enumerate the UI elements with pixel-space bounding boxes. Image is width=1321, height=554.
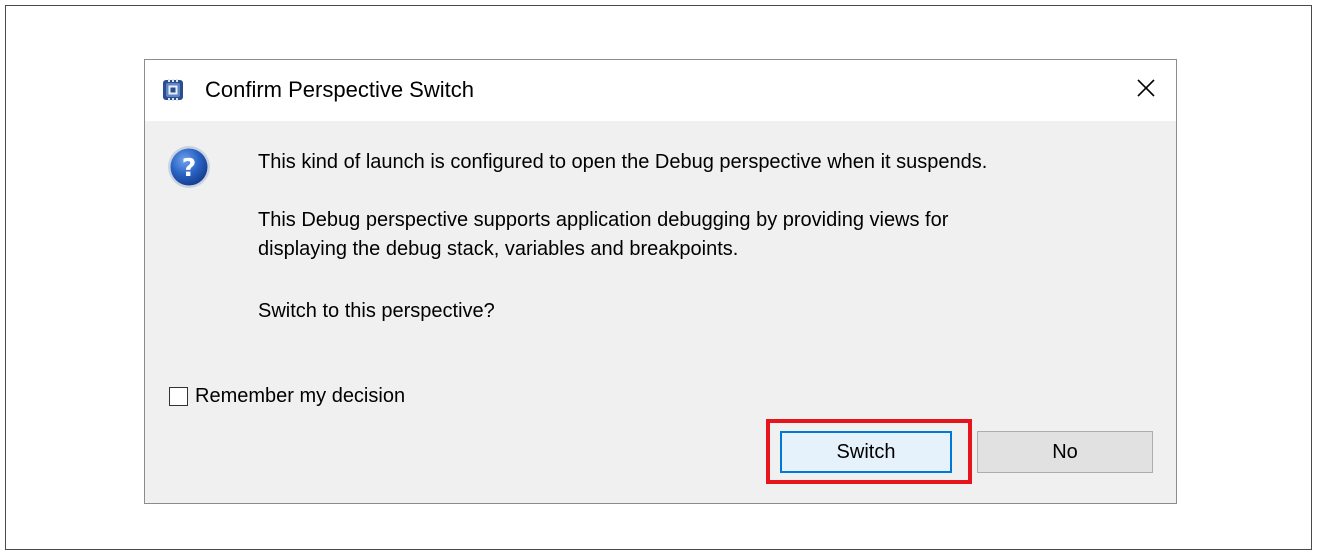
message-line-2: This Debug perspective supports applicat… (258, 209, 949, 231)
remember-decision-checkbox[interactable]: Remember my decision (169, 383, 405, 409)
svg-text:?: ? (182, 153, 197, 182)
close-button[interactable] (1116, 60, 1176, 121)
close-icon (1136, 78, 1156, 103)
dialog-titlebar: Confirm Perspective Switch (145, 60, 1176, 121)
checkbox-box[interactable] (169, 386, 188, 406)
confirm-perspective-dialog: Confirm Perspective Switch ? This kind o… (144, 59, 1177, 504)
message-line-4: Switch to this perspective? (258, 300, 495, 322)
dialog-title: Confirm Perspective Switch (205, 77, 474, 102)
remember-decision-label: Remember my decision (195, 385, 406, 407)
no-button[interactable]: No (977, 431, 1153, 473)
chip-app-icon (162, 79, 184, 101)
question-icon: ? (167, 145, 211, 189)
message-line-1: This kind of launch is configured to ope… (258, 151, 988, 173)
message-line-3: displaying the debug stack, variables an… (258, 238, 739, 260)
switch-button[interactable]: Switch (780, 431, 952, 473)
